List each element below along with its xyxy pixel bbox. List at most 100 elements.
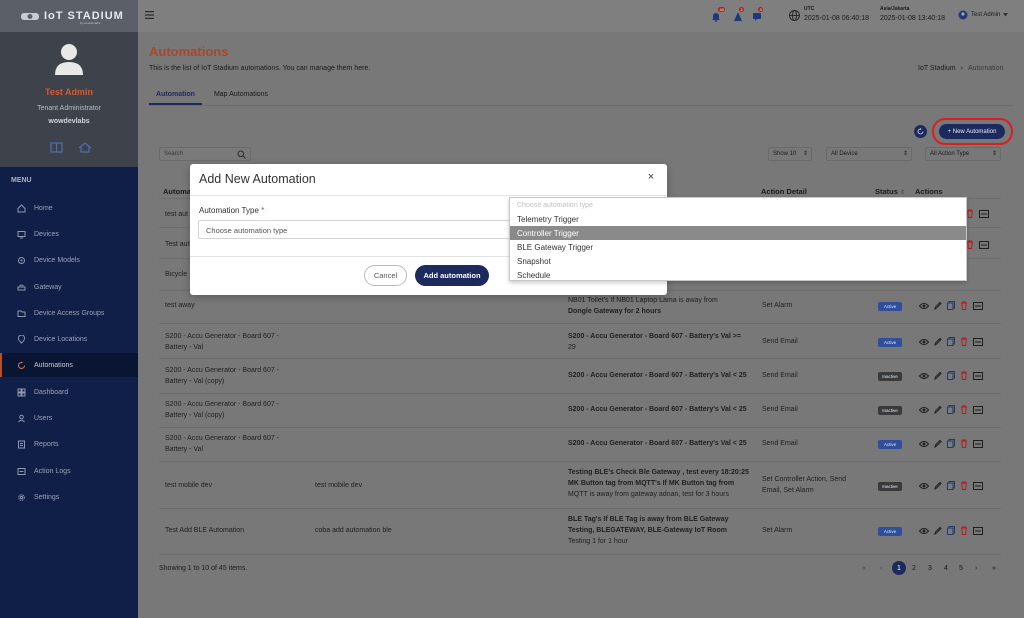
- column-header-actions: Actions: [915, 187, 943, 196]
- message-icon[interactable]: [752, 11, 762, 22]
- alert-icon[interactable]: [733, 11, 743, 22]
- delete-icon[interactable]: [960, 337, 968, 346]
- copy-icon[interactable]: [947, 301, 955, 310]
- edit-pencil-icon[interactable]: [934, 337, 942, 346]
- delete-icon[interactable]: [966, 209, 974, 218]
- delete-icon[interactable]: [960, 371, 968, 380]
- sidebar-item-device-locations[interactable]: Device Locations: [0, 327, 138, 351]
- sidebar-item-reports[interactable]: Reports: [0, 432, 138, 456]
- log-icon[interactable]: [973, 405, 983, 414]
- delete-icon[interactable]: [966, 240, 974, 249]
- sidebar-item-action-logs[interactable]: Action Logs: [0, 459, 138, 483]
- option-telemetry-trigger[interactable]: Telemetry Trigger: [510, 212, 966, 226]
- option-schedule[interactable]: Schedule: [510, 268, 966, 282]
- view-eye-icon[interactable]: [919, 338, 929, 346]
- pagination-prev[interactable]: ‹: [880, 565, 882, 572]
- edit-pencil-icon[interactable]: [934, 301, 942, 310]
- log-icon[interactable]: [973, 371, 983, 380]
- copy-icon[interactable]: [947, 526, 955, 535]
- log-icon[interactable]: [973, 439, 983, 448]
- copy-icon[interactable]: [947, 371, 955, 380]
- sidebar-item-dashboard[interactable]: Dashboard: [0, 380, 138, 404]
- edit-pencil-icon[interactable]: [934, 481, 942, 490]
- edit-pencil-icon[interactable]: [934, 405, 942, 414]
- delete-icon[interactable]: [960, 301, 968, 310]
- pagination-page-2[interactable]: 2: [912, 565, 916, 572]
- sidebar-item-automations[interactable]: Automations: [0, 353, 138, 377]
- log-icon[interactable]: [973, 526, 983, 535]
- breadcrumb-current: Automation: [967, 65, 1004, 72]
- book-icon[interactable]: [50, 142, 63, 153]
- view-eye-icon[interactable]: [919, 372, 929, 380]
- sidebar-item-users[interactable]: Users: [0, 406, 138, 430]
- view-eye-icon[interactable]: [919, 302, 929, 310]
- view-eye-icon[interactable]: [919, 482, 929, 490]
- dashboard-home-icon[interactable]: [78, 142, 92, 153]
- action-type-filter-select[interactable]: All Action Type ⇕: [925, 147, 1001, 161]
- edit-pencil-icon[interactable]: [934, 439, 942, 448]
- log-icon[interactable]: [973, 481, 983, 490]
- pagination-page-1[interactable]: 1: [892, 561, 906, 575]
- status-badge: Inactive: [878, 482, 902, 491]
- view-eye-icon[interactable]: [919, 406, 929, 414]
- view-eye-icon[interactable]: [919, 527, 929, 535]
- bell-icon[interactable]: [711, 11, 721, 22]
- copy-icon[interactable]: [947, 439, 955, 448]
- tab-map-automations[interactable]: Map Automations: [206, 87, 276, 105]
- sidebar-item-device-models[interactable]: Device Models: [0, 248, 138, 272]
- row-actions: [919, 337, 983, 346]
- option-controller-trigger[interactable]: Controller Trigger: [510, 226, 966, 240]
- pagination-page-3[interactable]: 3: [928, 565, 932, 572]
- log-icon[interactable]: [979, 240, 989, 249]
- user-menu[interactable]: Test Admin: [958, 10, 1009, 20]
- action-type-filter-value: All Action Type: [930, 151, 970, 157]
- cancel-button[interactable]: Cancel: [364, 265, 407, 286]
- new-automation-button[interactable]: + New Automation: [939, 124, 1005, 139]
- gear-icon: [18, 493, 25, 501]
- log-icon[interactable]: [973, 301, 983, 310]
- log-icon[interactable]: [979, 209, 989, 218]
- copy-icon[interactable]: [947, 405, 955, 414]
- row-name: Test aut: [165, 241, 190, 248]
- search-input[interactable]: Search: [159, 147, 251, 161]
- modal-close-button[interactable]: ×: [644, 170, 658, 184]
- row-divider: [159, 358, 1001, 359]
- row-name: test aut: [165, 211, 188, 218]
- add-automation-button[interactable]: Add automation: [415, 265, 489, 286]
- pagination-last[interactable]: »: [992, 565, 996, 572]
- column-header-status[interactable]: Status ⇕: [875, 187, 905, 196]
- sidebar-item-settings[interactable]: Settings: [0, 485, 138, 509]
- log-icon[interactable]: [973, 337, 983, 346]
- pagination-first[interactable]: «: [862, 565, 866, 572]
- device-filter-select[interactable]: All Device ⇕: [826, 147, 912, 161]
- edit-pencil-icon[interactable]: [934, 371, 942, 380]
- automation-type-select[interactable]: Choose automation type: [198, 220, 528, 239]
- row-actions: [966, 209, 989, 218]
- pagination-page-5[interactable]: 5: [959, 565, 963, 572]
- refresh-button[interactable]: [914, 125, 927, 138]
- option-snapshot[interactable]: Snapshot: [510, 254, 966, 268]
- delete-icon[interactable]: [960, 405, 968, 414]
- copy-icon[interactable]: [947, 337, 955, 346]
- row-divider: [159, 554, 1001, 555]
- view-eye-icon[interactable]: [919, 440, 929, 448]
- edit-pencil-icon[interactable]: [934, 526, 942, 535]
- delete-icon[interactable]: [960, 439, 968, 448]
- breadcrumb-root[interactable]: IoT Stadium: [918, 65, 956, 72]
- tab-automation[interactable]: Automation: [149, 87, 202, 105]
- sidebar-item-home[interactable]: Home: [0, 196, 138, 220]
- delete-icon[interactable]: [960, 526, 968, 535]
- pagination-next[interactable]: ›: [975, 565, 977, 572]
- trigger-line: MK Button tag from MQTT's If MK Button t…: [568, 480, 735, 487]
- sidebar-item-gateway[interactable]: Gateway: [0, 275, 138, 299]
- show-entries-select[interactable]: Show 10 ⇕: [768, 147, 812, 161]
- column-header-action[interactable]: Action Detail: [761, 187, 807, 196]
- copy-icon[interactable]: [947, 481, 955, 490]
- sidebar-item-device-access-groups[interactable]: Device Access Groups: [0, 301, 138, 325]
- sidebar-item-devices[interactable]: Devices: [0, 222, 138, 246]
- pagination-page-4[interactable]: 4: [944, 565, 948, 572]
- column-header-name[interactable]: Automa: [163, 187, 191, 196]
- option-ble-gateway-trigger[interactable]: BLE Gateway Trigger: [510, 240, 966, 254]
- hamburger-menu-icon[interactable]: [145, 11, 154, 19]
- delete-icon[interactable]: [960, 481, 968, 490]
